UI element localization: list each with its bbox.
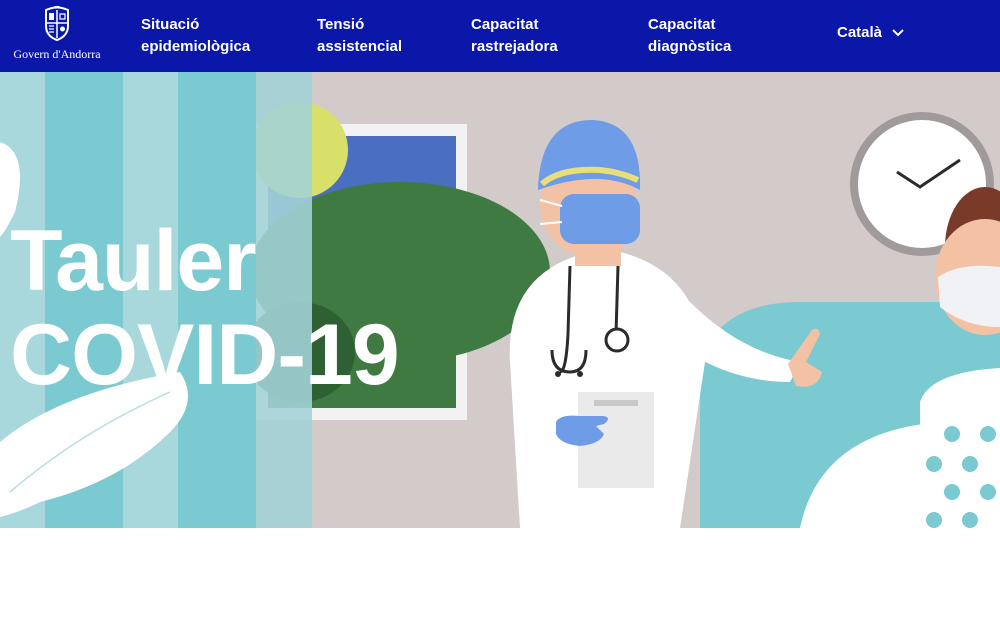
- nav-item-capacitat-diagnostica[interactable]: Capacitat diagnòstica: [648, 14, 731, 58]
- hero-banner: Tauler COVID-19: [0, 72, 1000, 528]
- chevron-down-icon: [892, 24, 904, 41]
- nav-item-label-line1: Capacitat: [648, 16, 716, 33]
- language-selected-label: Català: [837, 24, 883, 41]
- brand-name: Govern d'Andorra: [13, 47, 101, 61]
- andorra-coat-of-arms-icon: [45, 6, 69, 42]
- page-title: Tauler COVID-19: [10, 213, 400, 403]
- govern-andorra-logo[interactable]: Govern d'Andorra: [8, 6, 106, 66]
- top-navbar: Govern d'Andorra Situació epidemiològica…: [0, 0, 1000, 72]
- nav-item-label-line1: Situació: [141, 16, 200, 33]
- nav-item-situacio-epidemiologica[interactable]: Situació epidemiològica: [141, 14, 250, 58]
- nav-item-tensio-assistencial[interactable]: Tensió assistencial: [317, 14, 402, 58]
- nav-item-capacitat-rastrejadora[interactable]: Capacitat rastrejadora: [471, 14, 558, 58]
- page-title-line1: Tauler: [10, 213, 257, 309]
- nav-item-label-line2: rastrejadora: [471, 38, 558, 55]
- nav-item-label-line2: diagnòstica: [648, 38, 732, 55]
- nav-item-label-line1: Tensió: [317, 16, 365, 33]
- page-title-line2: COVID-19: [10, 307, 400, 403]
- nav-item-label-line2: epidemiològica: [141, 38, 251, 55]
- nav-item-label-line1: Capacitat: [471, 16, 539, 33]
- language-selector[interactable]: Català: [837, 24, 904, 41]
- nav-item-label-line2: assistencial: [317, 38, 403, 55]
